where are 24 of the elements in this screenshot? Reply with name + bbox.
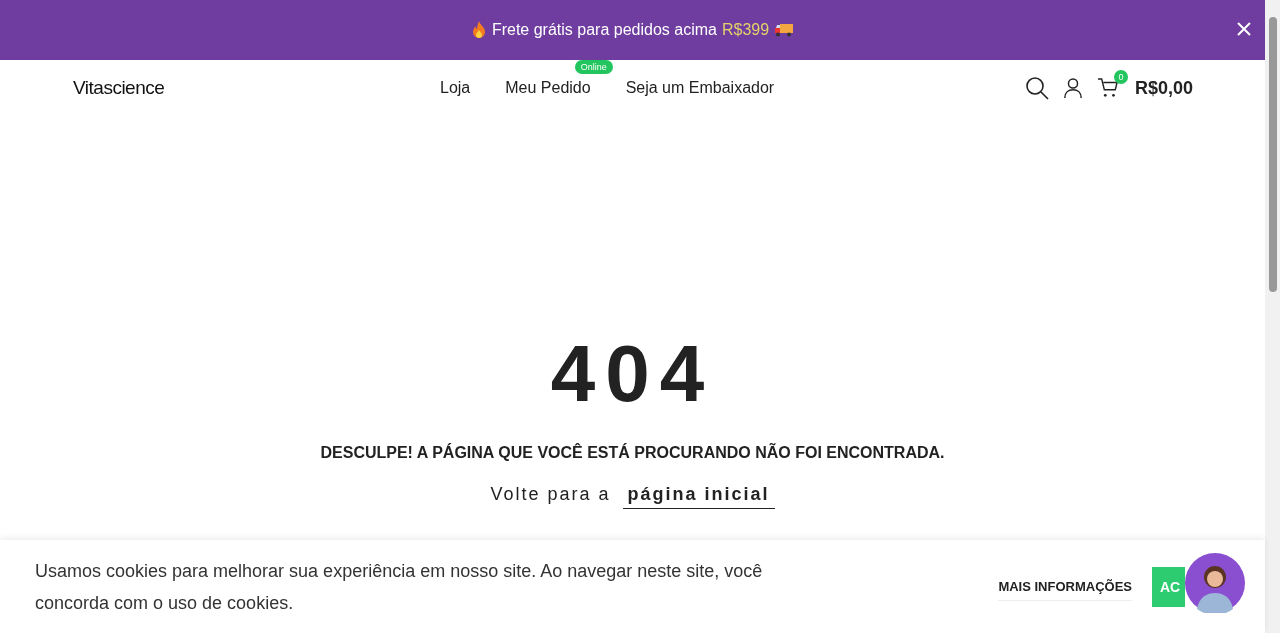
cart-icon[interactable]	[1096, 78, 1119, 98]
cart-count: 0	[1113, 70, 1128, 84]
more-info-link[interactable]: MAIS INFORMAÇÕES	[998, 572, 1132, 601]
error-message: DESCULPE! A PÁGINA QUE VOCÊ ESTÁ PROCURANDO NÃO FOI ENCONTRADA.	[320, 444, 945, 462]
cart-total[interactable]: R$0,00	[1134, 77, 1193, 99]
nav-link[interactable]: Meu Pedido	[505, 79, 591, 97]
logo[interactable]: Vitascience	[73, 77, 165, 99]
cookie-text: Usamos cookies para melhorar sua experiência em nosso site. Ao navegar neste site, você concorda com o uso de cookies.	[35, 559, 764, 615]
search-icon[interactable]	[1024, 76, 1049, 100]
home-link[interactable]: página inicial	[622, 484, 775, 509]
avatar[interactable]	[1185, 553, 1245, 613]
announcement-text: Frete grátis para pedidos acima	[491, 21, 717, 39]
nav-link[interactable]: Loja	[440, 79, 471, 97]
error-code: 404	[550, 334, 715, 414]
user-icon[interactable]	[1062, 77, 1083, 99]
close-button[interactable]	[1237, 22, 1251, 36]
scrollbar[interactable]	[1265, 0, 1280, 633]
online-badge: Online	[574, 60, 613, 74]
close-icon	[1237, 22, 1251, 36]
truck-icon	[774, 23, 795, 37]
fire-icon	[470, 21, 487, 39]
price-highlight: R$399	[721, 21, 770, 39]
back-text: Volte para a	[490, 484, 611, 506]
nav-link[interactable]: Seja um Embaixador	[625, 79, 775, 97]
